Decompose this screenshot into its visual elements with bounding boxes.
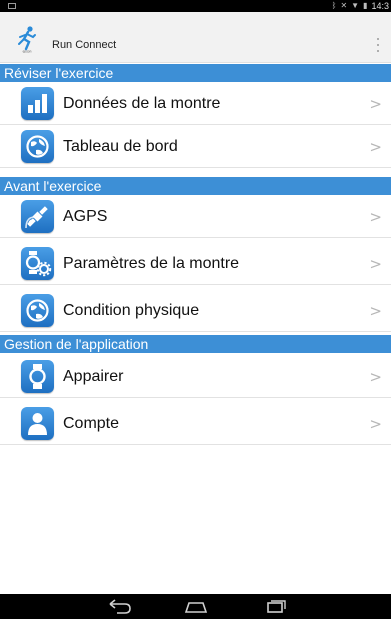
watch-settings-icon [21,247,54,280]
bluetooth-icon: ᛒ [331,1,337,10]
chevron-right-icon: > [369,415,382,433]
status-bar: ᛒ ✕ ▼ ▮ 14:3 [0,0,391,12]
list-item-dashboard[interactable]: Tableau de bord > [0,125,391,168]
logo-caption: epson [23,50,32,54]
runner-icon: epson [18,26,36,54]
list-item-label: Données de la montre [63,95,221,112]
user-icon [21,407,54,440]
list-item-label: Compte [63,415,120,432]
list-item-fitness-condition[interactable]: Condition physique > [0,289,391,332]
clock: 14:3 [371,1,389,11]
chevron-right-icon: > [369,95,382,113]
section-header-review: Réviser l'exercice [0,64,391,82]
list-item-watch-data[interactable]: Données de la montre > [0,82,391,125]
list-item-label: Condition physique [63,302,200,319]
satellite-icon [21,200,54,233]
battery-icon: ▮ [363,1,368,10]
watch-icon [21,360,54,393]
back-icon[interactable] [107,598,133,615]
screenshot-notification-icon [8,3,16,9]
chevron-right-icon: > [369,255,382,273]
section-header-before-workout: Avant l'exercice [0,177,391,195]
list-item-label: Tableau de bord [63,138,178,155]
list-item-label: AGPS [63,208,108,225]
no-sim-icon: ✕ [340,1,348,10]
list-item-pair[interactable]: Appairer > [0,355,391,398]
overflow-menu-icon[interactable] [377,38,381,52]
status-icons: ᛒ ✕ ▼ ▮ 14:3 [332,0,389,12]
list-item-account[interactable]: Compte > [0,402,391,445]
home-icon[interactable] [183,598,209,615]
app-title: Run Connect [52,39,117,51]
chevron-right-icon: > [369,208,382,226]
list-item-watch-settings[interactable]: Paramètres de la montre > [0,242,391,285]
recent-apps-icon[interactable] [262,598,288,615]
wifi-icon: ▼ [351,1,360,10]
chevron-right-icon: > [369,138,382,156]
list-item-label: Paramètres de la montre [63,255,240,272]
globe-icon [21,294,54,327]
chevron-right-icon: > [369,368,382,386]
section-header-app-management: Gestion de l'application [0,335,391,353]
list-item-agps[interactable]: AGPS > [0,195,391,238]
list-item-label: Appairer [63,368,124,385]
globe-icon [21,130,54,163]
chevron-right-icon: > [369,302,382,320]
action-bar: epson Run Connect [0,12,391,63]
navigation-bar [0,594,391,619]
bar-chart-icon [21,87,54,120]
